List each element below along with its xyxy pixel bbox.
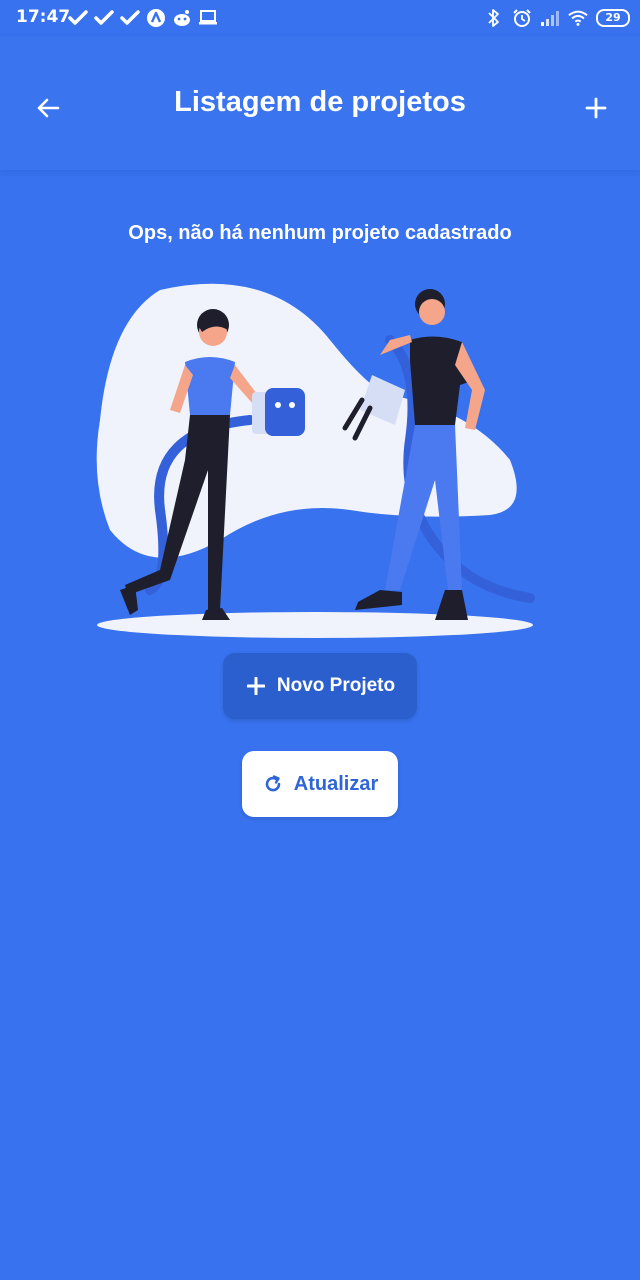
refresh-icon xyxy=(262,773,284,795)
laptop-icon xyxy=(198,8,218,28)
status-time: 17:47 xyxy=(16,7,71,27)
app-a-icon xyxy=(146,8,166,28)
plus-icon xyxy=(245,675,267,697)
refresh-label: Atualizar xyxy=(293,772,379,795)
check-icon xyxy=(120,8,140,28)
new-project-button[interactable]: Novo Projeto xyxy=(223,653,417,719)
empty-state-illustration xyxy=(96,283,535,638)
alarm-icon xyxy=(512,8,532,28)
system-icons: 29 xyxy=(484,6,630,30)
check-icon xyxy=(94,8,114,28)
signal-icon xyxy=(540,8,560,28)
empty-state-message: Ops, não há nenhum projeto cadastrado xyxy=(128,222,512,244)
check-icon xyxy=(68,8,88,28)
reddit-icon xyxy=(172,8,192,28)
bluetooth-icon xyxy=(484,8,504,28)
notification-icons xyxy=(68,6,218,30)
screen: 17:47 29 Listagem de projetos Ops, não h… xyxy=(0,0,640,1280)
battery-icon: 29 xyxy=(596,9,630,27)
refresh-button[interactable]: Atualizar xyxy=(242,751,398,817)
add-project-button[interactable] xyxy=(576,88,616,128)
wifi-icon xyxy=(568,8,588,28)
status-bar: 17:47 29 xyxy=(0,0,640,36)
page-title: Listagem de projetos xyxy=(174,86,466,118)
app-bar: Listagem de projetos xyxy=(0,36,640,170)
plus-icon xyxy=(585,97,607,119)
new-project-label: Novo Projeto xyxy=(276,675,396,696)
